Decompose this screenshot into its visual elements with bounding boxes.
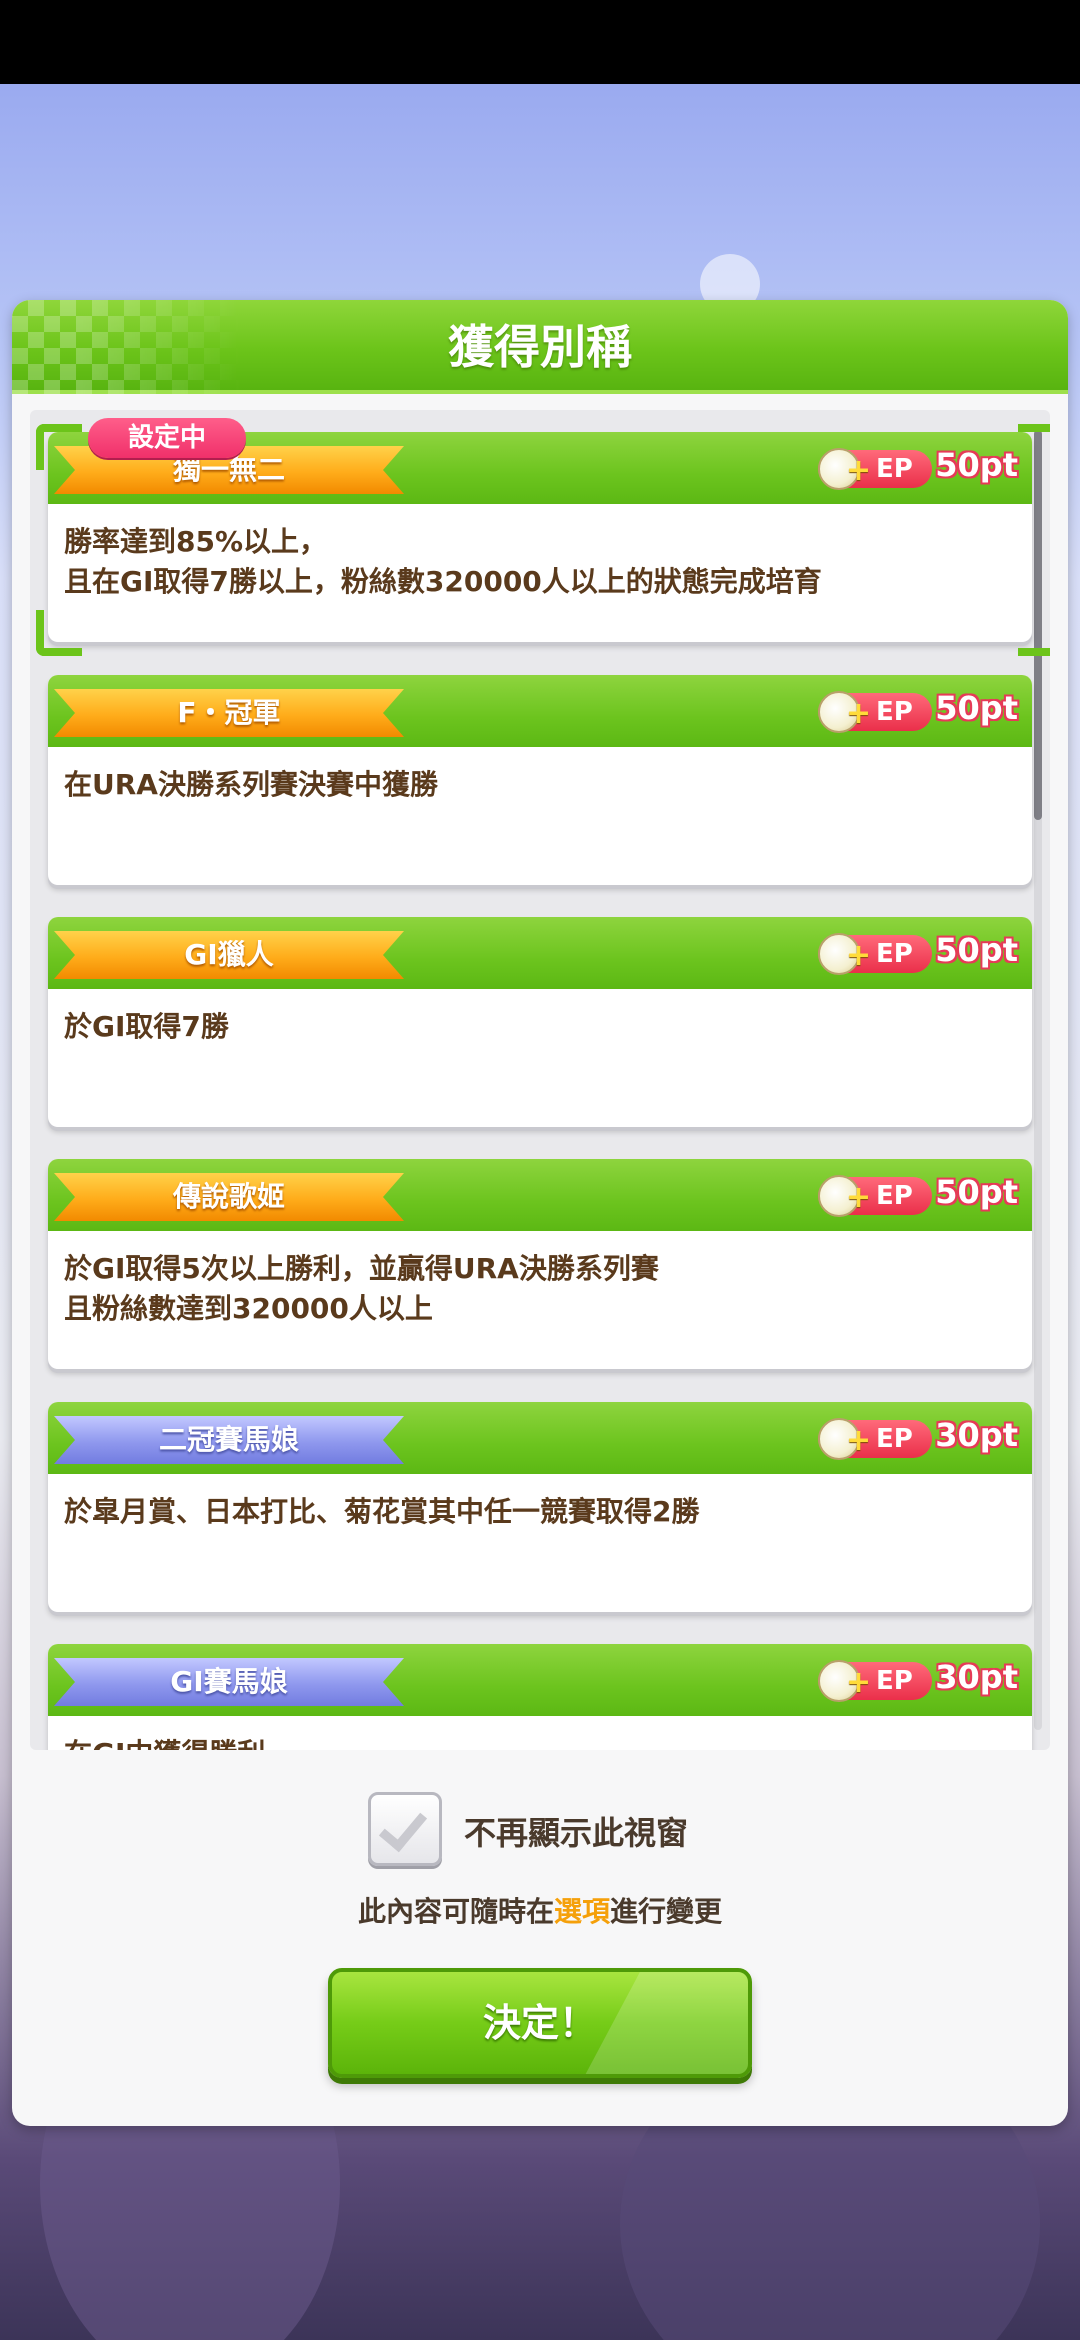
settings-note: 此內容可隨時在選項進行變更 (12, 1890, 1068, 1930)
titles-dialog: 獲得別稱 獨一無二 + EP 50pt 勝率達到85%以上， 且在GⅠ取得7勝以… (12, 300, 1068, 2126)
title-card[interactable]: GⅠ獵人 + EP 50pt 於GⅠ取得7勝 (48, 917, 1032, 1127)
card-header: GⅠ獵人 + EP 50pt (48, 917, 1032, 989)
title-card[interactable]: 傳說歌姬 + EP 50pt 於GⅠ取得5次以上勝利，並贏得URA決勝系列賽 且… (48, 1159, 1032, 1369)
options-link-text: 選項 (553, 1895, 610, 1928)
plus-icon: + (846, 938, 872, 973)
titles-list[interactable]: 獨一無二 + EP 50pt 勝率達到85%以上， 且在GⅠ取得7勝以上，粉絲數… (30, 410, 1050, 1750)
selection-frame-corner (1018, 424, 1050, 470)
title-name-ribbon: GⅠ獵人 (54, 931, 404, 979)
ep-points: 30pt (935, 1416, 1018, 1454)
status-bar (0, 0, 1080, 84)
ep-label: EP (876, 697, 913, 727)
title-card[interactable]: 獨一無二 + EP 50pt 勝率達到85%以上， 且在GⅠ取得7勝以上，粉絲數… (48, 432, 1032, 642)
plus-icon: + (846, 453, 872, 488)
checkmark-icon (378, 1801, 428, 1853)
note-suffix: 進行變更 (610, 1895, 723, 1928)
current-setting-badge: 設定中 (88, 418, 246, 458)
selection-frame-corner (36, 610, 82, 656)
ep-badge: + EP (818, 448, 932, 490)
ep-badge: + EP (818, 933, 932, 975)
card-header: GⅠ賽馬娘 + EP 30pt (48, 1644, 1032, 1716)
plus-icon: + (846, 1665, 872, 1700)
ep-label: EP (876, 1666, 913, 1696)
title-description: 於GⅠ取得7勝 (64, 1010, 229, 1043)
dont-show-again-row[interactable]: 不再顯示此視窗 (12, 1790, 1068, 1870)
card-header: 傳說歌姬 + EP 50pt (48, 1159, 1032, 1231)
ep-badge: + EP (818, 691, 932, 733)
plus-icon: + (846, 696, 872, 731)
title-card[interactable]: F・冠軍 + EP 50pt 在URA決勝系列賽決賽中獲勝 (48, 675, 1032, 885)
ep-label: EP (876, 1424, 913, 1454)
confirm-button[interactable]: 決定！ (328, 1968, 752, 2078)
dont-show-again-checkbox[interactable] (368, 1792, 442, 1866)
dont-show-again-label: 不再顯示此視窗 (464, 1814, 689, 1852)
title-name-ribbon: F・冠軍 (54, 689, 404, 737)
ep-label: EP (876, 1181, 913, 1211)
title-name-ribbon: 二冠賽馬娘 (54, 1416, 404, 1464)
ep-points: 50pt (935, 1173, 1018, 1211)
dialog-title: 獲得別稱 (448, 320, 632, 374)
ep-points: 30pt (935, 1658, 1018, 1696)
ep-points: 50pt (935, 689, 1018, 727)
title-card[interactable]: GⅠ賽馬娘 + EP 30pt 在GⅠ中獲得勝利 (48, 1644, 1032, 1750)
ep-badge: + EP (818, 1660, 932, 1702)
title-name-ribbon: GⅠ賽馬娘 (54, 1658, 404, 1706)
card-header: F・冠軍 + EP 50pt (48, 675, 1032, 747)
selection-frame-corner (1018, 610, 1050, 656)
dialog-header: 獲得別稱 (12, 300, 1068, 394)
confirm-button-label: 決定！ (482, 2001, 597, 2045)
title-card[interactable]: 二冠賽馬娘 + EP 30pt 於皐月賞、日本打比、菊花賞其中任一競賽取得2勝 (48, 1402, 1032, 1612)
ep-label: EP (876, 939, 913, 969)
title-name-ribbon: 傳說歌姬 (54, 1173, 404, 1221)
title-description: 於GⅠ取得5次以上勝利，並贏得URA決勝系列賽 且粉絲數達到320000人以上 (64, 1252, 659, 1325)
card-header: 二冠賽馬娘 + EP 30pt (48, 1402, 1032, 1474)
plus-icon: + (846, 1423, 872, 1458)
ep-badge: + EP (818, 1175, 932, 1217)
ep-badge: + EP (818, 1418, 932, 1460)
ep-label: EP (876, 454, 913, 484)
title-description: 在URA決勝系列賽決賽中獲勝 (64, 768, 438, 801)
ep-points: 50pt (935, 931, 1018, 969)
plus-icon: + (846, 1180, 872, 1215)
title-description: 於皐月賞、日本打比、菊花賞其中任一競賽取得2勝 (64, 1495, 700, 1528)
title-description: 在GⅠ中獲得勝利 (64, 1734, 1004, 1750)
note-prefix: 此內容可隨時在 (357, 1895, 554, 1928)
selection-frame-corner (36, 424, 82, 470)
ep-points: 50pt (935, 446, 1018, 484)
title-description: 勝率達到85%以上， 且在GⅠ取得7勝以上，粉絲數320000人以上的狀態完成培… (64, 525, 822, 598)
